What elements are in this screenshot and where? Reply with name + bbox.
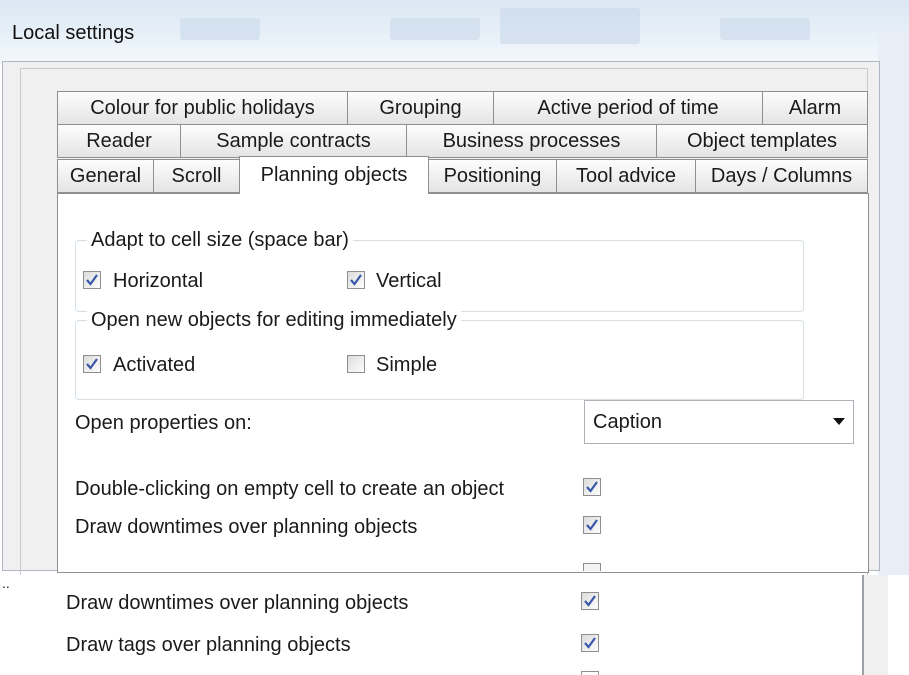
tab-colour-for-public-holidays[interactable]: Colour for public holidays (57, 91, 348, 125)
double-click-create-checkbox[interactable] (583, 478, 601, 496)
check-icon (584, 637, 596, 649)
check-icon (586, 481, 598, 493)
cut-off-checkbox (581, 671, 599, 675)
horizontal-checkbox[interactable] (83, 271, 101, 289)
cut-off-checkbox (583, 563, 601, 571)
background-ghost (390, 18, 480, 40)
check-icon (350, 274, 362, 286)
chevron-down-icon (833, 418, 845, 425)
check-icon (586, 519, 598, 531)
simple-checkbox[interactable] (347, 355, 365, 373)
tab-general[interactable]: General (57, 159, 154, 193)
zoom-draw-downtimes-checkbox[interactable] (581, 592, 599, 610)
tab-active-period-of-time[interactable]: Active period of time (493, 91, 763, 125)
zoom-draw-downtimes-label: Draw downtimes over planning objects (66, 592, 409, 614)
vertical-checkbox[interactable] (347, 271, 365, 289)
tab-business-processes[interactable]: Business processes (406, 124, 657, 158)
tab-tool-advice[interactable]: Tool advice (556, 159, 696, 193)
tab-grouping[interactable]: Grouping (347, 91, 494, 125)
activated-label: Activated (113, 354, 196, 376)
background-ghost (720, 18, 810, 40)
zoom-draw-tags-label: Draw tags over planning objects (66, 634, 351, 656)
open-properties-select[interactable]: Caption (584, 400, 854, 444)
adapt-group-legend: Adapt to cell size (space bar) (87, 229, 353, 252)
tab-positioning[interactable]: Positioning (428, 159, 557, 193)
open-editing-group-legend: Open new objects for editing immediately (87, 309, 461, 332)
vertical-label: Vertical (376, 270, 442, 292)
tab-object-templates[interactable]: Object templates (656, 124, 868, 158)
divider (862, 575, 864, 675)
scroll-area (864, 575, 888, 675)
zoomed-strip (0, 575, 909, 675)
open-properties-value: Caption (593, 411, 662, 433)
simple-label: Simple (376, 354, 438, 376)
tab-reader[interactable]: Reader (57, 124, 181, 158)
activated-checkbox[interactable] (83, 355, 101, 373)
title-bar (0, 0, 909, 64)
background-ghost (500, 8, 640, 44)
draw-downtimes-label: Draw downtimes over planning objects (75, 516, 418, 538)
marker: .. (2, 575, 10, 591)
draw-downtimes-checkbox[interactable] (583, 516, 601, 534)
horizontal-label: Horizontal (113, 270, 204, 292)
double-click-create-label: Double-clicking on empty cell to create … (75, 478, 505, 500)
tab-scroll[interactable]: Scroll (153, 159, 240, 193)
check-icon (86, 358, 98, 370)
check-icon (86, 274, 98, 286)
tab-alarm[interactable]: Alarm (762, 91, 868, 125)
cut-off-row (75, 562, 305, 570)
tab-planning-objects[interactable]: Planning objects (239, 156, 429, 194)
background-ghost (180, 18, 260, 40)
window-title: Local settings (12, 22, 135, 44)
tab-sample-contracts[interactable]: Sample contracts (180, 124, 407, 158)
tab-days-columns[interactable]: Days / Columns (695, 159, 868, 193)
window-edge (878, 30, 909, 575)
open-properties-label: Open properties on: (75, 412, 252, 434)
check-icon (584, 595, 596, 607)
zoom-draw-tags-checkbox[interactable] (581, 634, 599, 652)
